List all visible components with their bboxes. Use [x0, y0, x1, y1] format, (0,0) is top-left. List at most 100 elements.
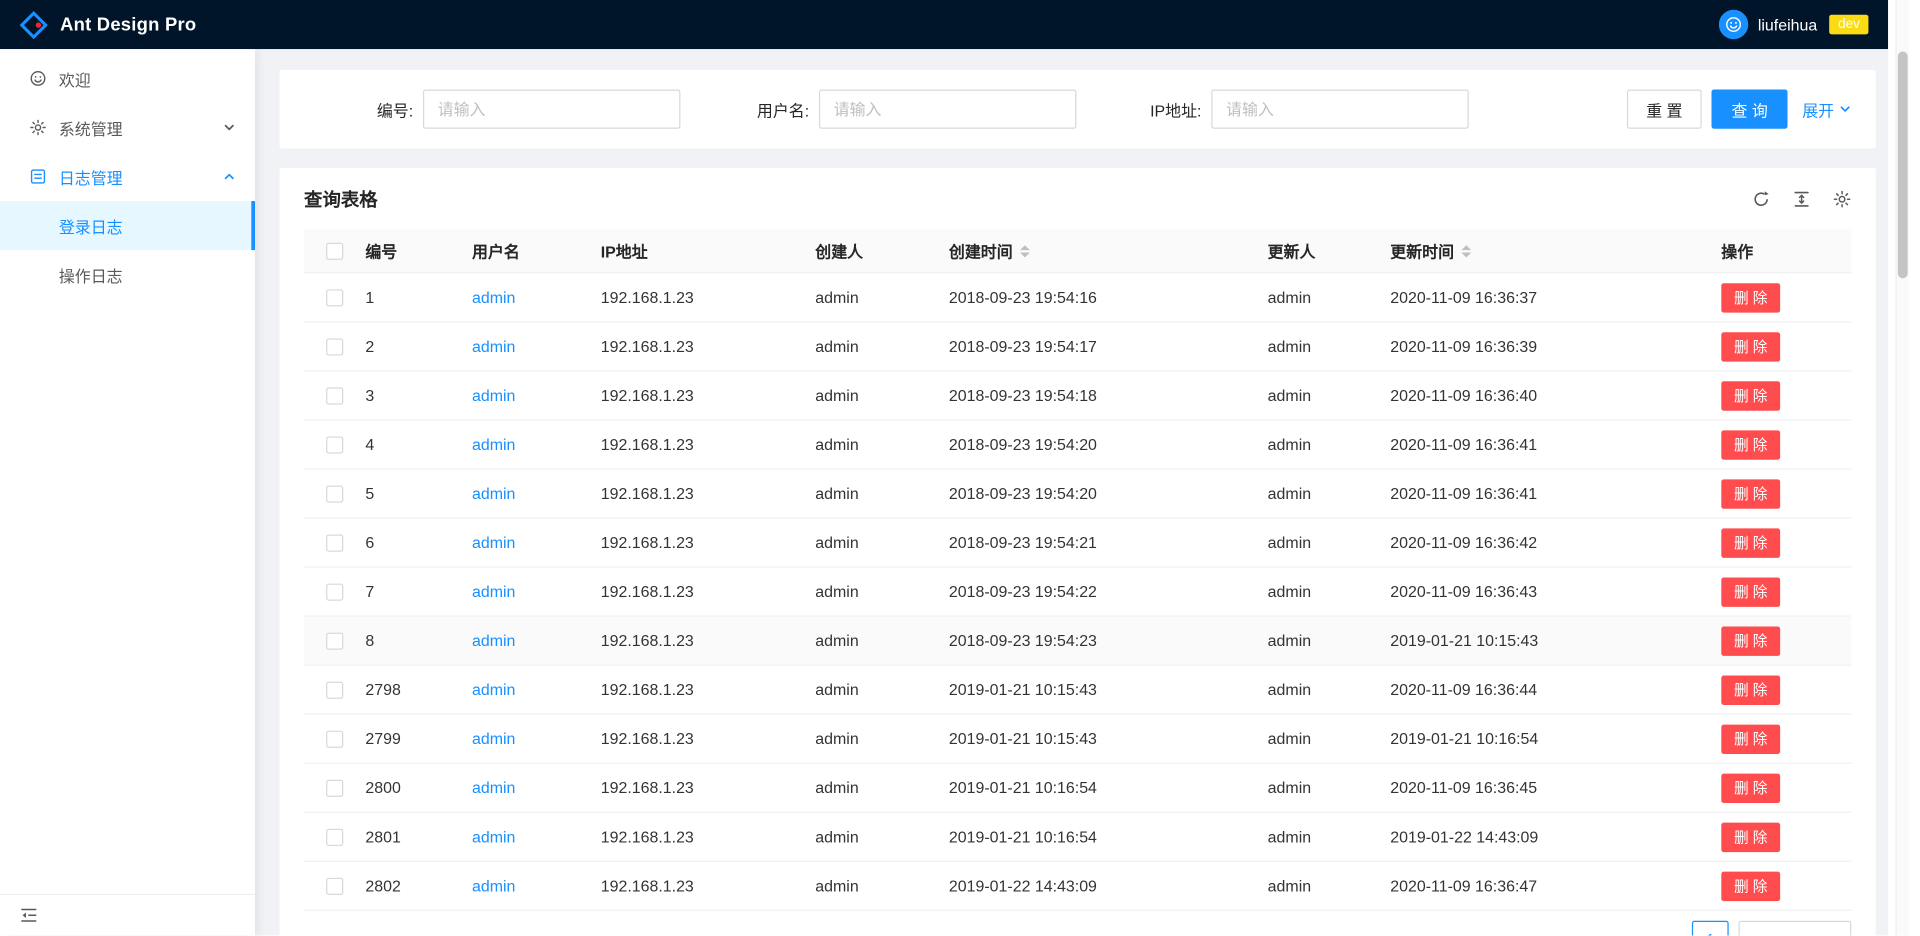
- sidebar-subitem-label: 登录日志: [59, 214, 123, 237]
- cell-creator: admin: [815, 828, 949, 846]
- username-link[interactable]: admin: [472, 582, 515, 600]
- username-link[interactable]: admin: [472, 877, 515, 895]
- col-header-label: 更新时间: [1390, 239, 1454, 262]
- delete-button[interactable]: 删 除: [1721, 773, 1780, 802]
- username-link[interactable]: admin: [472, 484, 515, 502]
- delete-button[interactable]: 删 除: [1721, 724, 1780, 753]
- row-checkbox[interactable]: [326, 387, 343, 404]
- username-link[interactable]: admin: [472, 533, 515, 551]
- expand-toggle[interactable]: 展开: [1802, 97, 1851, 120]
- log-icon: [29, 168, 46, 185]
- sidebar-item-welcome[interactable]: 欢迎: [0, 54, 255, 103]
- sidebar-item-login-log[interactable]: 登录日志: [0, 201, 255, 250]
- username-link[interactable]: admin: [472, 680, 515, 698]
- cell-updater: admin: [1268, 631, 1391, 649]
- cell-updated-at: 2020-11-09 16:36:42: [1390, 533, 1721, 551]
- vertical-scrollbar[interactable]: [1895, 0, 1908, 935]
- row-checkbox[interactable]: [326, 877, 343, 894]
- delete-button[interactable]: 删 除: [1721, 871, 1780, 900]
- row-checkbox[interactable]: [326, 289, 343, 306]
- sidebar-item-system-management[interactable]: 系统管理: [0, 103, 255, 152]
- row-checkbox[interactable]: [326, 730, 343, 747]
- cell-updater: admin: [1268, 582, 1391, 600]
- cell-creator: admin: [815, 631, 949, 649]
- delete-button[interactable]: 删 除: [1721, 430, 1780, 459]
- reset-button[interactable]: 重 置: [1627, 89, 1703, 128]
- username-link[interactable]: admin: [472, 386, 515, 404]
- col-header-created-at[interactable]: 创建时间: [949, 239, 1268, 262]
- delete-button[interactable]: 删 除: [1721, 381, 1780, 410]
- header-right: liufeihua dev: [1719, 10, 1869, 39]
- table-row: 2798 admin 192.168.1.23 admin 2019-01-21…: [304, 666, 1851, 715]
- username-link[interactable]: admin: [472, 729, 515, 747]
- cell-updater: admin: [1268, 337, 1391, 355]
- table-row: 2801 admin 192.168.1.23 admin 2019-01-21…: [304, 813, 1851, 862]
- ip-input[interactable]: [1211, 89, 1468, 128]
- pagination: 1: [280, 911, 1876, 936]
- sidebar-item-operation-log[interactable]: 操作日志: [0, 250, 255, 299]
- table-title: 查询表格: [304, 186, 378, 212]
- app-logo[interactable]: Ant Design Pro: [20, 10, 197, 38]
- col-header-updated-at[interactable]: 更新时间: [1390, 239, 1721, 262]
- row-checkbox[interactable]: [326, 828, 343, 845]
- username-link[interactable]: admin: [472, 435, 515, 453]
- search-button[interactable]: 查 询: [1712, 89, 1788, 128]
- table-row: 1 admin 192.168.1.23 admin 2018-09-23 19…: [304, 273, 1851, 322]
- cell-ip: 192.168.1.23: [601, 828, 816, 846]
- row-checkbox[interactable]: [326, 583, 343, 600]
- cell-updater: admin: [1268, 779, 1391, 797]
- table-body: 1 admin 192.168.1.23 admin 2018-09-23 19…: [280, 273, 1876, 911]
- delete-button[interactable]: 删 除: [1721, 528, 1780, 557]
- table-row: 6 admin 192.168.1.23 admin 2018-09-23 19…: [304, 519, 1851, 568]
- row-checkbox[interactable]: [326, 338, 343, 355]
- delete-button[interactable]: 删 除: [1721, 479, 1780, 508]
- row-checkbox[interactable]: [326, 436, 343, 453]
- sidebar-subitem-label: 操作日志: [59, 263, 123, 286]
- table-card: 查询表格: [280, 168, 1876, 935]
- row-checkbox[interactable]: [326, 534, 343, 551]
- username-link[interactable]: admin: [472, 631, 515, 649]
- id-input[interactable]: [423, 89, 680, 128]
- row-checkbox[interactable]: [326, 632, 343, 649]
- filter-field-ip: IP地址:: [1140, 89, 1469, 128]
- username-link[interactable]: admin: [472, 779, 515, 797]
- cell-updater: admin: [1268, 435, 1391, 453]
- column-height-icon[interactable]: [1792, 189, 1810, 207]
- filter-field-username: 用户名:: [742, 89, 1077, 128]
- cell-creator: admin: [815, 337, 949, 355]
- delete-button[interactable]: 删 除: [1721, 626, 1780, 655]
- user-menu[interactable]: liufeihua: [1719, 10, 1818, 39]
- username-label: 用户名:: [742, 97, 809, 120]
- cell-updater: admin: [1268, 386, 1391, 404]
- delete-button[interactable]: 删 除: [1721, 332, 1780, 361]
- scrollbar-thumb[interactable]: [1898, 51, 1908, 278]
- username-link[interactable]: admin: [472, 288, 515, 306]
- delete-button[interactable]: 删 除: [1721, 822, 1780, 851]
- sidebar-item-log-management[interactable]: 日志管理: [0, 152, 255, 201]
- username-input[interactable]: [819, 89, 1076, 128]
- sort-caret-icon[interactable]: [1461, 245, 1471, 257]
- pagination-size-select[interactable]: [1738, 921, 1851, 936]
- cell-created-at: 2019-01-21 10:16:54: [949, 779, 1268, 797]
- username-link[interactable]: admin: [472, 828, 515, 846]
- cell-ip: 192.168.1.23: [601, 435, 816, 453]
- row-checkbox[interactable]: [326, 485, 343, 502]
- cell-updated-at: 2020-11-09 16:36:43: [1390, 582, 1721, 600]
- username-link[interactable]: admin: [472, 337, 515, 355]
- chevron-down-icon: [1839, 103, 1851, 115]
- cell-created-at: 2019-01-21 10:15:43: [949, 680, 1268, 698]
- cell-creator: admin: [815, 484, 949, 502]
- delete-button[interactable]: 删 除: [1721, 577, 1780, 606]
- delete-button[interactable]: 删 除: [1721, 283, 1780, 312]
- sort-caret-icon[interactable]: [1020, 245, 1030, 257]
- select-all-checkbox[interactable]: [326, 242, 343, 259]
- pagination-page-1[interactable]: 1: [1692, 921, 1729, 936]
- refresh-icon[interactable]: [1752, 189, 1770, 207]
- cell-created-at: 2018-09-23 19:54:20: [949, 484, 1268, 502]
- chevron-up-icon: [223, 170, 235, 182]
- row-checkbox[interactable]: [326, 779, 343, 796]
- menu-fold-icon[interactable]: [20, 906, 38, 924]
- row-checkbox[interactable]: [326, 681, 343, 698]
- delete-button[interactable]: 删 除: [1721, 675, 1780, 704]
- settings-icon[interactable]: [1833, 189, 1851, 207]
